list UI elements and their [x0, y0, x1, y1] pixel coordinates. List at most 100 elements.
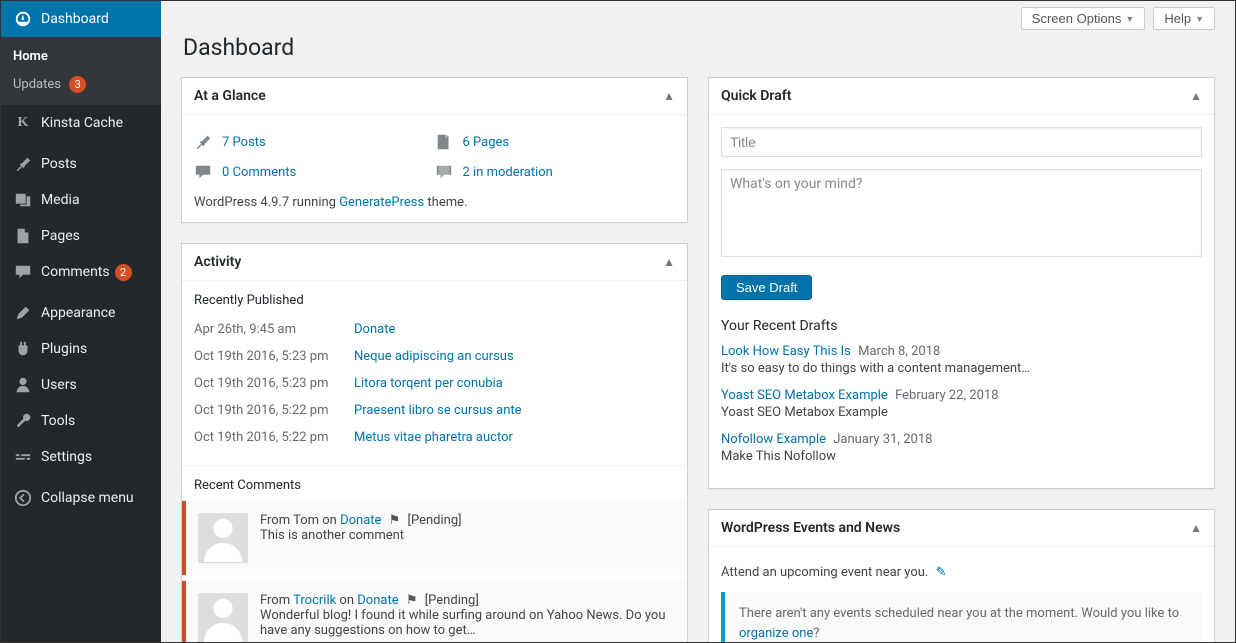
draft-item: Nofollow Example January 31, 2018 Make T… — [721, 432, 1202, 464]
published-link[interactable]: Praesent libro se cursus ante — [354, 403, 522, 418]
draft-link[interactable]: Yoast SEO Metabox Example — [721, 388, 888, 403]
draft-title-input[interactable] — [721, 127, 1202, 157]
published-item: Oct 19th 2016, 5:23 pm Litora torqent pe… — [194, 370, 675, 397]
draft-date: February 22, 2018 — [895, 388, 998, 403]
comment-icon — [13, 262, 33, 282]
published-item: Oct 19th 2016, 5:22 pm Metus vitae phare… — [194, 424, 675, 451]
tools-icon — [13, 411, 33, 431]
posts-link[interactable]: 7 Posts — [222, 135, 266, 150]
dashboard-submenu: Home Updates 3 — [1, 37, 161, 105]
sidebar-item-plugins[interactable]: Plugins — [1, 331, 161, 367]
recent-drafts-heading: Your Recent Drafts — [721, 318, 1202, 334]
published-link[interactable]: Donate — [354, 322, 395, 337]
draft-excerpt: Make This Nofollow — [721, 449, 1202, 464]
sidebar-item-label: Pages — [41, 228, 80, 244]
sidebar-item-label: Media — [41, 192, 80, 208]
sidebar-item-label: Dashboard — [41, 11, 109, 27]
comment-text: Wonderful blog! I found it while surfing… — [260, 608, 675, 638]
pages-link[interactable]: 6 Pages — [463, 135, 510, 150]
flag-icon: ⚑ — [406, 593, 418, 608]
sidebar-item-posts[interactable]: Posts — [1, 146, 161, 182]
sidebar-item-collapse[interactable]: Collapse menu — [1, 480, 161, 516]
sidebar-item-appearance[interactable]: Appearance — [1, 295, 161, 331]
comment-author-link[interactable]: Trocrilk — [293, 593, 336, 608]
comment-text: This is another comment — [260, 528, 675, 543]
appearance-icon — [13, 303, 33, 323]
sidebar-item-dashboard[interactable]: Dashboard — [1, 1, 161, 37]
draft-excerpt: It's so easy to do things with a content… — [721, 361, 1202, 376]
published-list: Apr 26th, 9:45 am Donate Oct 19th 2016, … — [194, 316, 675, 451]
activity-title: Activity — [194, 254, 241, 270]
admin-sidebar: Dashboard Home Updates 3 K Kinsta Cache … — [1, 1, 161, 642]
quick-draft-box: Quick Draft ▲ Save Draft Your Recent Dra… — [708, 77, 1215, 489]
submenu-home[interactable]: Home — [1, 43, 161, 70]
sidebar-item-label: Settings — [41, 449, 92, 465]
save-draft-button[interactable]: Save Draft — [721, 275, 812, 300]
draft-content-textarea[interactable] — [721, 169, 1202, 257]
sidebar-item-label: Users — [41, 377, 77, 393]
sidebar-item-tools[interactable]: Tools — [1, 403, 161, 439]
submenu-updates[interactable]: Updates 3 — [1, 70, 161, 99]
comments-link[interactable]: 0 Comments — [222, 165, 296, 180]
sidebar-item-kinsta-cache[interactable]: K Kinsta Cache — [1, 105, 161, 141]
recent-comments-heading: Recent Comments — [194, 478, 675, 493]
organize-event-link[interactable]: organize one — [739, 626, 813, 641]
sidebar-item-users[interactable]: Users — [1, 367, 161, 403]
quick-draft-title: Quick Draft — [721, 88, 791, 104]
draft-item: Look How Easy This Is March 8, 2018 It's… — [721, 344, 1202, 376]
published-link[interactable]: Litora torqent per conubia — [354, 376, 503, 391]
sidebar-item-comments[interactable]: Comments 2 — [1, 254, 161, 290]
kinsta-icon: K — [13, 113, 33, 133]
help-button[interactable]: Help ▼ — [1153, 7, 1215, 30]
moderation-link[interactable]: 2 in moderation — [463, 165, 553, 180]
comment-post-link[interactable]: Donate — [357, 593, 398, 608]
main-content: Screen Options ▼ Help ▼ Dashboard At a G… — [161, 1, 1235, 642]
events-empty-notice: There aren't any events scheduled near y… — [721, 592, 1202, 642]
chevron-down-icon: ▼ — [1125, 14, 1134, 24]
draft-link[interactable]: Nofollow Example — [721, 432, 826, 447]
toggle-up-icon[interactable]: ▲ — [663, 255, 675, 269]
draft-link[interactable]: Look How Easy This Is — [721, 344, 851, 359]
topbar: Screen Options ▼ Help ▼ — [181, 1, 1215, 30]
updates-badge: 3 — [69, 76, 86, 93]
comment-post-link[interactable]: Donate — [340, 513, 381, 528]
wp-version-info: WordPress 4.9.7 running GeneratePress th… — [194, 187, 675, 210]
sidebar-item-pages[interactable]: Pages — [1, 218, 161, 254]
screen-options-button[interactable]: Screen Options ▼ — [1021, 7, 1146, 30]
avatar — [198, 593, 248, 642]
published-link[interactable]: Neque adipiscing an cursus — [354, 349, 514, 364]
sidebar-item-label: Collapse menu — [41, 490, 134, 506]
dashboard-icon — [13, 9, 33, 29]
comment-item[interactable]: From Tom on Donate ⚑ [Pending] This is a… — [182, 501, 687, 575]
comment-item[interactable]: From Trocrilk on Donate ⚑ [Pending] Wond… — [182, 581, 687, 642]
at-a-glance-title: At a Glance — [194, 88, 266, 104]
recently-published-heading: Recently Published — [194, 293, 675, 308]
sidebar-item-label: Appearance — [41, 305, 115, 321]
sidebar-item-label: Kinsta Cache — [41, 115, 123, 131]
page-icon — [13, 226, 33, 246]
settings-icon — [13, 447, 33, 467]
flag-icon: ⚑ — [389, 513, 401, 528]
published-link[interactable]: Metus vitae pharetra auctor — [354, 430, 513, 445]
sidebar-item-media[interactable]: Media — [1, 182, 161, 218]
page-icon — [435, 133, 455, 151]
theme-link[interactable]: GeneratePress — [339, 195, 424, 210]
pencil-icon[interactable]: ✎ — [936, 565, 947, 580]
events-title: WordPress Events and News — [721, 520, 900, 536]
draft-date: March 8, 2018 — [858, 344, 940, 359]
published-item: Oct 19th 2016, 5:22 pm Praesent libro se… — [194, 397, 675, 424]
sidebar-item-settings[interactable]: Settings — [1, 439, 161, 475]
toggle-up-icon[interactable]: ▲ — [1190, 521, 1202, 535]
moderation-icon — [435, 163, 455, 181]
toggle-up-icon[interactable]: ▲ — [663, 89, 675, 103]
comment-icon — [194, 163, 214, 181]
avatar — [198, 513, 248, 563]
sidebar-item-label: Tools — [41, 413, 75, 429]
comment-meta: From Trocrilk on Donate ⚑ [Pending] — [260, 593, 675, 608]
at-a-glance-box: At a Glance ▲ 7 Posts 6 Pages — [181, 77, 688, 223]
page-title: Dashboard — [183, 34, 1215, 61]
events-attend-line: Attend an upcoming event near you. ✎ — [721, 559, 1202, 592]
toggle-up-icon[interactable]: ▲ — [1190, 89, 1202, 103]
comment-meta: From Tom on Donate ⚑ [Pending] — [260, 513, 675, 528]
user-icon — [13, 375, 33, 395]
